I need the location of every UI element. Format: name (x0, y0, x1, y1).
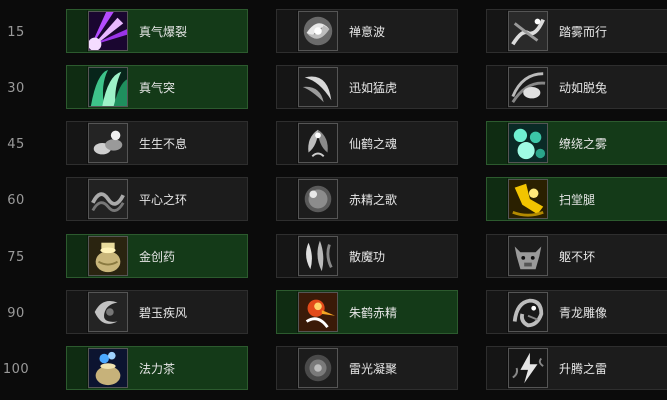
talent-name: 金创药 (139, 249, 176, 264)
talent-name: 雷光凝聚 (349, 361, 398, 376)
talent-slot-strip (67, 291, 88, 333)
level-label: 75 (7, 249, 25, 265)
talent-slot-strip (67, 66, 88, 108)
tiger-swipe-icon (298, 67, 338, 107)
thunder-focus-icon (298, 348, 338, 388)
jade-wind-icon (88, 292, 128, 332)
crane-spirit-icon (298, 123, 338, 163)
teal-mist-orbs-icon (508, 123, 548, 163)
talent-row: 100 法力茶 雷光凝聚 升腾之雷 (0, 346, 667, 392)
talent-button[interactable]: 平心之环 (66, 177, 248, 221)
talent-name: 朱鹤赤精 (349, 305, 398, 320)
red-crane-icon (298, 292, 338, 332)
talent-button-selected[interactable]: 朱鹤赤精 (276, 290, 458, 334)
talent-button[interactable]: 碧玉疾风 (66, 290, 248, 334)
dragon-statue-icon (508, 292, 548, 332)
talent-button-selected[interactable]: 真气爆裂 (66, 9, 248, 53)
talent-name: 踏雾而行 (559, 24, 608, 39)
talent-slot-strip (487, 291, 508, 333)
talent-slot-strip (277, 10, 298, 52)
talent-button-selected[interactable]: 金创药 (66, 234, 248, 278)
talent-slot-strip (67, 10, 88, 52)
talent-button[interactable]: 躯不坏 (486, 234, 667, 278)
talent-name: 升腾之雷 (559, 361, 608, 376)
talent-name: 平心之环 (139, 192, 188, 207)
healing-jar-icon (88, 236, 128, 276)
purple-burst-icon (88, 11, 128, 51)
talent-button[interactable]: 升腾之雷 (486, 346, 667, 390)
talent-slot-strip (487, 235, 508, 277)
talent-name: 真气突 (139, 80, 176, 95)
talent-slot-strip (67, 347, 88, 389)
diffuse-magic-icon (298, 236, 338, 276)
rabbit-dash-icon (508, 67, 548, 107)
talent-name: 躯不坏 (559, 249, 596, 264)
talent-slot-strip (67, 235, 88, 277)
mist-walk-icon (508, 11, 548, 51)
talent-slot-strip (487, 178, 508, 220)
ox-statue-icon (508, 236, 548, 276)
talent-name: 生生不息 (139, 136, 188, 151)
talent-button-selected[interactable]: 法力茶 (66, 346, 248, 390)
talent-slot-strip (277, 66, 298, 108)
talent-name: 动如脱兔 (559, 80, 608, 95)
talent-button[interactable]: 赤精之歌 (276, 177, 458, 221)
talent-button[interactable]: 生生不息 (66, 121, 248, 165)
talent-row: 15 真气爆裂 禅意波 踏雾而行 (0, 9, 667, 55)
level-label: 15 (7, 24, 25, 40)
white-swirl-icon (298, 11, 338, 51)
talent-button[interactable]: 散魔功 (276, 234, 458, 278)
talent-slot-strip (277, 178, 298, 220)
rising-thunder-icon (508, 348, 548, 388)
talent-button-selected[interactable]: 缭绕之雾 (486, 121, 667, 165)
talent-slot-strip (67, 178, 88, 220)
talent-slot-strip (487, 122, 508, 164)
sphere-song-icon (298, 179, 338, 219)
talent-name: 散魔功 (349, 249, 386, 264)
green-wave-icon (88, 67, 128, 107)
talent-name: 碧玉疾风 (139, 305, 188, 320)
level-label: 90 (7, 305, 25, 321)
talent-name: 仙鹤之魂 (349, 136, 398, 151)
talent-name: 法力茶 (139, 361, 176, 376)
talent-button[interactable]: 青龙雕像 (486, 290, 667, 334)
level-label: 45 (7, 136, 25, 152)
talent-slot-strip (487, 66, 508, 108)
level-label: 60 (7, 192, 25, 208)
talent-button-selected[interactable]: 扫堂腿 (486, 177, 667, 221)
talent-name: 禅意波 (349, 24, 386, 39)
talent-slot-strip (277, 291, 298, 333)
talent-button[interactable]: 禅意波 (276, 9, 458, 53)
talent-button[interactable]: 动如脱兔 (486, 65, 667, 109)
talent-button[interactable]: 迅如猛虎 (276, 65, 458, 109)
talent-slot-strip (487, 10, 508, 52)
calm-ring-icon (88, 179, 128, 219)
talent-name: 真气爆裂 (139, 24, 188, 39)
leg-sweep-icon (508, 179, 548, 219)
talent-row: 60 平心之环 赤精之歌 扫堂腿 (0, 177, 667, 223)
talent-row: 30 真气突 迅如猛虎 动如脱兔 (0, 65, 667, 111)
talent-slot-strip (487, 347, 508, 389)
talent-slot-strip (277, 347, 298, 389)
talent-name: 扫堂腿 (559, 192, 596, 207)
talent-button[interactable]: 踏雾而行 (486, 9, 667, 53)
hands-life-icon (88, 123, 128, 163)
talent-row: 90 碧玉疾风 朱鹤赤精 青龙雕像 (0, 290, 667, 336)
talent-name: 赤精之歌 (349, 192, 398, 207)
talent-name: 缭绕之雾 (559, 136, 608, 151)
level-label: 30 (7, 80, 25, 96)
talent-button[interactable]: 仙鹤之魂 (276, 121, 458, 165)
talent-button-selected[interactable]: 真气突 (66, 65, 248, 109)
talent-slot-strip (67, 122, 88, 164)
talent-button[interactable]: 雷光凝聚 (276, 346, 458, 390)
mana-tea-icon (88, 348, 128, 388)
talent-row: 45 生生不息 仙鹤之魂 缭绕之雾 (0, 121, 667, 167)
talent-row: 75 金创药 散魔功 躯不坏 (0, 234, 667, 280)
level-label: 100 (2, 361, 30, 377)
talent-slot-strip (277, 235, 298, 277)
talent-slot-strip (277, 122, 298, 164)
talent-name: 青龙雕像 (559, 305, 608, 320)
talent-name: 迅如猛虎 (349, 80, 398, 95)
